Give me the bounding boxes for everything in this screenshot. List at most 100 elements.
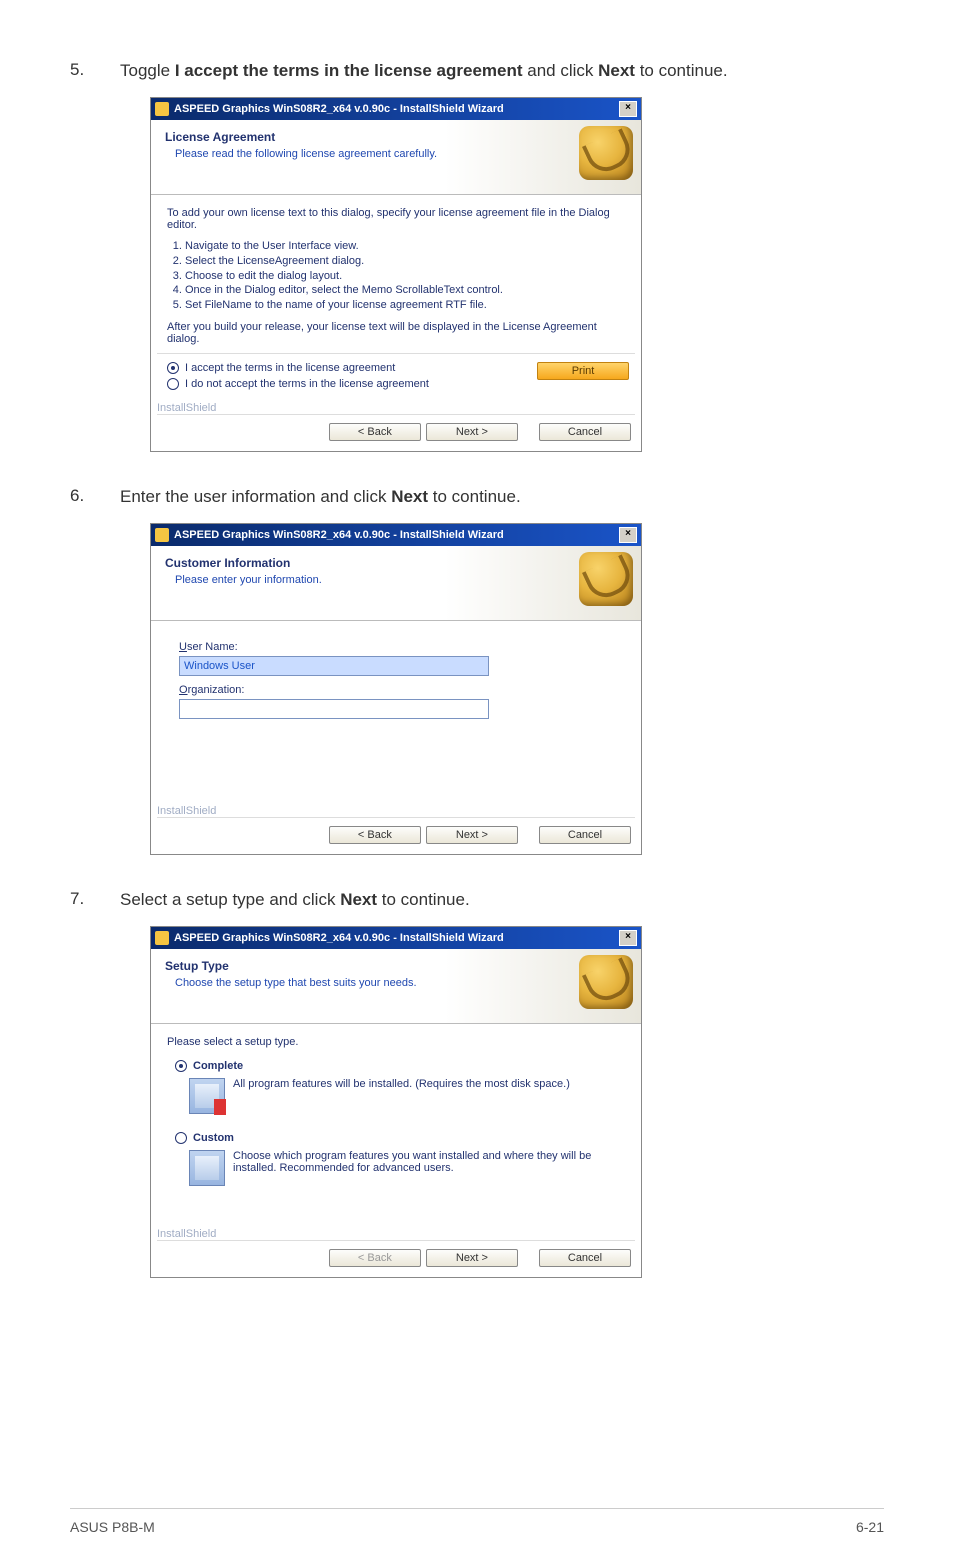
list-item: Choose to edit the dialog layout. [185,269,625,284]
step-number: 5. [70,60,120,83]
radio-reject[interactable]: I do not accept the terms in the license… [167,378,537,390]
organization-label: Organization: [179,684,625,696]
header-title: Customer Information [165,556,627,570]
radio-reject-label: I do not accept the terms in the license… [185,378,429,390]
titlebar: ASPEED Graphics WinS08R2_x64 v.0.90c - I… [151,98,641,120]
dialog-body: User Name: Windows User Organization: [151,621,641,799]
t: U [179,641,187,653]
t: Enter the user information and click [120,487,391,506]
step-text: Enter the user information and click Nex… [120,486,884,509]
t: ser Name: [187,641,238,653]
next-button[interactable]: Next > [426,826,518,844]
radio-icon [167,362,179,374]
t: Select a setup type and click [120,890,340,909]
license-dialog: ASPEED Graphics WinS08R2_x64 v.0.90c - I… [150,97,642,452]
organization-field[interactable] [179,699,489,719]
step-text: Toggle I accept the terms in the license… [120,60,884,83]
t: rganization: [188,684,245,696]
brand-label: InstallShield [151,1228,641,1240]
radio-accept-label: I accept the terms in the license agreem… [185,362,395,374]
t: and click [523,61,599,80]
custom-description: Choose which program features you want i… [233,1150,625,1186]
t: to continue. [428,487,521,506]
list-item: Navigate to the User Interface view. [185,239,625,254]
installer-logo-icon [579,126,633,180]
brand-label: InstallShield [151,402,641,414]
dialog-header: Setup Type Choose the setup type that be… [151,949,641,1024]
button-row: < Back Next > Cancel [151,1241,641,1277]
close-icon[interactable]: × [619,101,637,117]
close-icon[interactable]: × [619,527,637,543]
brand-label: InstallShield [151,805,641,817]
license-steps-list: Navigate to the User Interface view. Sel… [185,239,625,313]
list-item: Once in the Dialog editor, select the Me… [185,283,625,298]
license-outro: After you build your release, your licen… [167,321,625,345]
header-title: Setup Type [165,959,627,973]
step-7: 7. Select a setup type and click Next to… [70,889,884,912]
complete-box-icon [189,1078,225,1114]
back-button[interactable]: < Back [329,1249,421,1267]
next-button[interactable]: Next > [426,423,518,441]
t: Toggle [120,61,175,80]
custom-box-icon [189,1150,225,1186]
next-button[interactable]: Next > [426,1249,518,1267]
header-title: License Agreement [165,130,627,144]
username-value: Windows User [184,660,255,672]
dialog-body: To add your own license text to this dia… [151,195,641,353]
radio-icon [175,1132,187,1144]
list-item: Select the LicenseAgreement dialog. [185,254,625,269]
custom-option: Choose which program features you want i… [189,1150,625,1186]
setup-prompt: Please select a setup type. [167,1036,625,1048]
custom-label: Custom [193,1132,234,1144]
header-subtitle: Choose the setup type that best suits yo… [175,977,627,989]
complete-label: Complete [193,1060,243,1072]
step-text: Select a setup type and click Next to co… [120,889,884,912]
footer-right: 6-21 [856,1519,884,1535]
cancel-button[interactable]: Cancel [539,1249,631,1267]
back-button[interactable]: < Back [329,423,421,441]
window-title: ASPEED Graphics WinS08R2_x64 v.0.90c - I… [174,103,619,115]
t: to continue. [635,61,728,80]
complete-description: All program features will be installed. … [233,1078,625,1114]
installer-logo-icon [579,955,633,1009]
step-number: 6. [70,486,120,509]
t: Next [598,61,635,80]
t: O [179,684,188,696]
username-label: User Name: [179,641,625,653]
radio-complete[interactable]: Complete [175,1060,625,1072]
license-intro: To add your own license text to this dia… [167,207,625,231]
installer-icon [155,528,169,542]
print-button[interactable]: Print [537,362,629,380]
window-title: ASPEED Graphics WinS08R2_x64 v.0.90c - I… [174,932,619,944]
username-field[interactable]: Windows User [179,656,489,676]
header-subtitle: Please read the following license agreem… [175,148,627,160]
complete-option: All program features will be installed. … [189,1078,625,1114]
step-5: 5. Toggle I accept the terms in the lice… [70,60,884,83]
close-icon[interactable]: × [619,930,637,946]
installer-logo-icon [579,552,633,606]
installer-icon [155,102,169,116]
header-subtitle: Please enter your information. [175,574,627,586]
footer-left: ASUS P8B-M [70,1519,856,1535]
button-row: < Back Next > Cancel [151,818,641,854]
radio-icon [175,1060,187,1072]
window-title: ASPEED Graphics WinS08R2_x64 v.0.90c - I… [174,529,619,541]
cancel-button[interactable]: Cancel [539,826,631,844]
dialog-header: Customer Information Please enter your i… [151,546,641,621]
titlebar: ASPEED Graphics WinS08R2_x64 v.0.90c - I… [151,524,641,546]
radio-custom[interactable]: Custom [175,1132,625,1144]
dialog-header: License Agreement Please read the follow… [151,120,641,195]
t: Next [391,487,428,506]
titlebar: ASPEED Graphics WinS08R2_x64 v.0.90c - I… [151,927,641,949]
button-row: < Back Next > Cancel [151,415,641,451]
customer-info-dialog: ASPEED Graphics WinS08R2_x64 v.0.90c - I… [150,523,642,855]
back-button[interactable]: < Back [329,826,421,844]
step-number: 7. [70,889,120,912]
t: to continue. [377,890,470,909]
cancel-button[interactable]: Cancel [539,423,631,441]
page-footer: ASUS P8B-M 6-21 [70,1508,884,1535]
installer-icon [155,931,169,945]
radio-accept[interactable]: I accept the terms in the license agreem… [167,362,537,374]
radio-icon [167,378,179,390]
step-6: 6. Enter the user information and click … [70,486,884,509]
